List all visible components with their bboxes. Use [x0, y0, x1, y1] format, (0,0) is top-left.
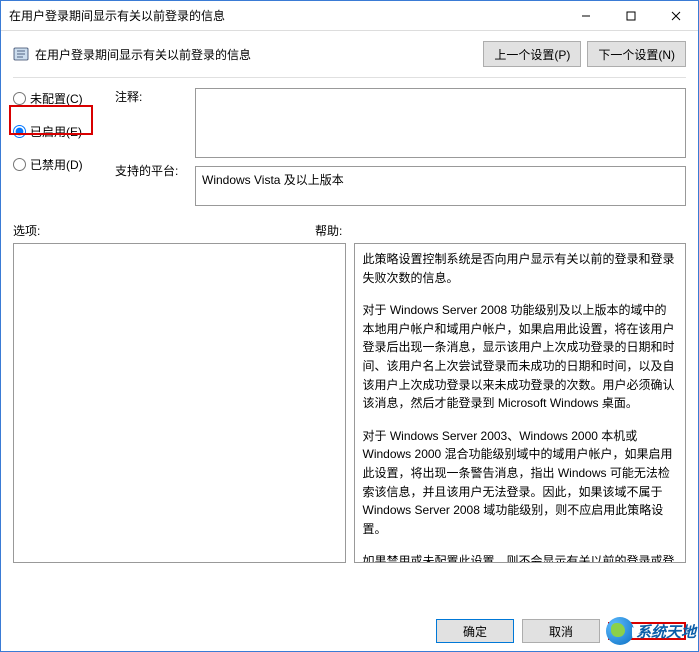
radio-not-configured-label: 未配置(C) [30, 90, 83, 107]
radio-disabled[interactable]: 已禁用(D) [13, 156, 105, 173]
window-title: 在用户登录期间显示有关以前登录的信息 [9, 7, 225, 24]
prev-setting-button[interactable]: 上一个设置(P) [483, 41, 581, 67]
close-icon [671, 11, 681, 21]
watermark-text: 系统天地 [636, 621, 696, 642]
radio-not-configured[interactable]: 未配置(C) [13, 90, 105, 107]
radio-disabled-label: 已禁用(D) [30, 156, 83, 173]
ok-button[interactable]: 确定 [436, 619, 514, 643]
help-p1: 此策略设置控制系统是否向用户显示有关以前的登录和登录失败次数的信息。 [363, 250, 678, 287]
subtitle-text: 在用户登录期间显示有关以前登录的信息 [35, 46, 251, 63]
radio-enabled[interactable]: 已启用(E) [13, 123, 105, 140]
cancel-button[interactable]: 取消 [522, 619, 600, 643]
titlebar: 在用户登录期间显示有关以前登录的信息 [1, 1, 698, 31]
labels-column: 注释: 支持的平台: [115, 88, 185, 206]
label-help: 帮助: [315, 222, 342, 239]
maximize-icon [626, 11, 636, 21]
subtitle-left: 在用户登录期间显示有关以前登录的信息 [13, 46, 251, 63]
help-p4: 如果禁用或未配置此设置，则不会显示有关以前的登录或登录失败的消息。 [363, 552, 678, 563]
help-p2: 对于 Windows Server 2008 功能级别及以上版本的域中的本地用户… [363, 301, 678, 413]
nav-buttons: 上一个设置(P) 下一个设置(N) [483, 41, 686, 67]
radio-enabled-input[interactable] [13, 125, 26, 138]
minimize-icon [581, 11, 591, 21]
label-platform: 支持的平台: [115, 158, 185, 179]
help-p3: 对于 Windows Server 2003、Windows 2000 本机或 … [363, 427, 678, 539]
maximize-button[interactable] [608, 1, 653, 30]
radio-disabled-input[interactable] [13, 158, 26, 171]
help-content: 此策略设置控制系统是否向用户显示有关以前的登录和登录失败次数的信息。 对于 Wi… [355, 244, 686, 563]
split-labels: 选项: 帮助: [13, 222, 686, 239]
help-box[interactable]: 此策略设置控制系统是否向用户显示有关以前的登录和登录失败次数的信息。 对于 Wi… [354, 243, 687, 563]
platform-text: Windows Vista 及以上版本 [202, 173, 344, 187]
radio-enabled-label: 已启用(E) [30, 123, 82, 140]
split-row: 此策略设置控制系统是否向用户显示有关以前的登录和登录失败次数的信息。 对于 Wi… [13, 243, 686, 563]
globe-icon [606, 617, 634, 645]
config-row: 未配置(C) 已启用(E) 已禁用(D) 注释: 支持的平台: [13, 88, 686, 206]
note-textarea[interactable] [195, 88, 686, 158]
platform-box: Windows Vista 及以上版本 [195, 166, 686, 206]
dialog-window: 在用户登录期间显示有关以前登录的信息 在用户登录期间显示有关以 [0, 0, 699, 652]
policy-icon [13, 46, 29, 62]
fields-column: Windows Vista 及以上版本 [195, 88, 686, 206]
window-controls [563, 1, 698, 30]
radio-group: 未配置(C) 已启用(E) 已禁用(D) [13, 88, 105, 206]
label-options: 选项: [13, 222, 315, 239]
radio-not-configured-input[interactable] [13, 92, 26, 105]
minimize-button[interactable] [563, 1, 608, 30]
label-note: 注释: [115, 88, 185, 158]
close-button[interactable] [653, 1, 698, 30]
content-area: 在用户登录期间显示有关以前登录的信息 上一个设置(P) 下一个设置(N) 未配置… [1, 31, 698, 573]
options-box[interactable] [13, 243, 346, 563]
next-setting-button[interactable]: 下一个设置(N) [587, 41, 686, 67]
subtitle-row: 在用户登录期间显示有关以前登录的信息 上一个设置(P) 下一个设置(N) [13, 41, 686, 78]
watermark: 系统天地 [606, 617, 696, 645]
